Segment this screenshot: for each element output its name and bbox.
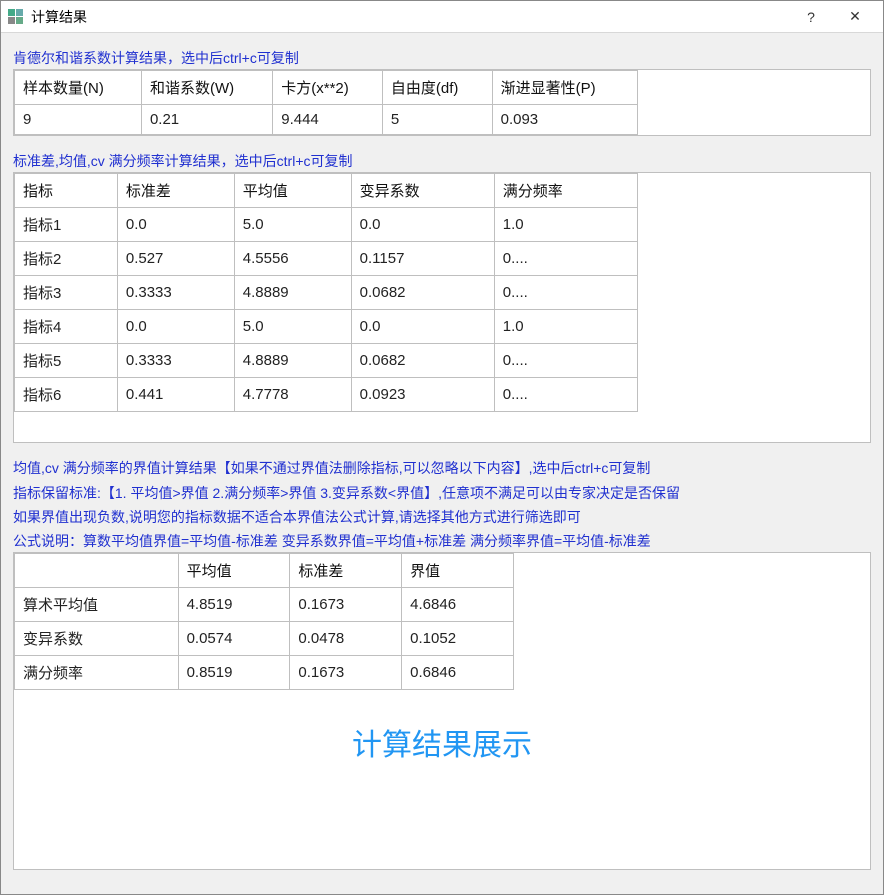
table-row[interactable]: 指标30.33334.88890.06820.... [15,276,638,310]
col-chi2: 卡方(x**2) [273,71,383,105]
cell: 0.... [494,378,637,412]
col-df: 自由度(df) [382,71,492,105]
cell: 0.0 [351,208,494,242]
cell: 0.0682 [351,276,494,310]
cell: 0.6846 [402,656,514,690]
cell: 0.0923 [351,378,494,412]
table-header-row: 指标 标准差 平均值 变异系数 满分频率 [15,174,638,208]
cell: 0.0574 [178,622,290,656]
close-button[interactable]: ✕ [833,1,877,33]
window-title: 计算结果 [31,7,789,27]
cell: 0.21 [141,105,272,135]
cell: 0.1157 [351,242,494,276]
cell: 变异系数 [15,622,179,656]
cell: 指标3 [15,276,118,310]
col-mean: 平均值 [234,174,351,208]
threshold-note-2: 指标保留标准:【1. 平均值>界值 2.满分频率>界值 3.变异系数<界值】,任… [13,484,871,502]
cell: 4.6846 [402,588,514,622]
cell: 9 [15,105,142,135]
cell: 指标2 [15,242,118,276]
cell: 9.444 [273,105,383,135]
cell: 0.3333 [117,276,234,310]
cell: 0.3333 [117,344,234,378]
cell: 1.0 [494,310,637,344]
table-row[interactable]: 指标40.05.00.01.0 [15,310,638,344]
kendall-table[interactable]: 样本数量(N) 和谐系数(W) 卡方(x**2) 自由度(df) 渐进显著性(P… [14,70,638,135]
cell: 0.... [494,344,637,378]
col-std: 标准差 [290,554,402,588]
table-row[interactable]: 指标50.33334.88890.06820.... [15,344,638,378]
threshold-note-4: 公式说明：算数平均值界值=平均值-标准差 变异系数界值=平均值+标准差 满分频率… [13,532,871,550]
cell: 1.0 [494,208,637,242]
kendall-note: 肯德尔和谐系数计算结果，选中后ctrl+c可复制 [13,49,871,67]
col-mean: 平均值 [178,554,290,588]
table-row[interactable]: 9 0.21 9.444 5 0.093 [15,105,638,135]
col-p: 渐进显著性(P) [492,71,637,105]
table-row[interactable]: 指标20.5274.55560.11570.... [15,242,638,276]
cell: 0.0 [117,310,234,344]
cell: 4.8889 [234,276,351,310]
help-button[interactable]: ? [789,1,833,33]
table-row[interactable]: 算术平均值4.85190.16734.6846 [15,588,514,622]
cell: 4.5556 [234,242,351,276]
col-n: 样本数量(N) [15,71,142,105]
cell: 0.8519 [178,656,290,690]
cell: 5.0 [234,310,351,344]
cell: 0.0478 [290,622,402,656]
cell: 4.8519 [178,588,290,622]
cell: 指标4 [15,310,118,344]
cell: 5.0 [234,208,351,242]
threshold-table[interactable]: 平均值 标准差 界值 算术平均值4.85190.16734.6846变异系数0.… [14,553,514,690]
col-cv: 变异系数 [351,174,494,208]
cell: 0.1052 [402,622,514,656]
threshold-table-frame: 平均值 标准差 界值 算术平均值4.85190.16734.6846变异系数0.… [13,552,871,870]
stats-note: 标准差,均值,cv 满分频率计算结果，选中后ctrl+c可复制 [13,152,871,170]
col-threshold: 界值 [402,554,514,588]
cell: 0.527 [117,242,234,276]
cell: 满分频率 [15,656,179,690]
table-row[interactable]: 满分频率0.85190.16730.6846 [15,656,514,690]
cell: 0.0682 [351,344,494,378]
cell: 0.0 [117,208,234,242]
cell: 5 [382,105,492,135]
col-w: 和谐系数(W) [141,71,272,105]
table-row[interactable]: 变异系数0.05740.04780.1052 [15,622,514,656]
col-std: 标准差 [117,174,234,208]
cell: 4.7778 [234,378,351,412]
table-row[interactable]: 指标10.05.00.01.0 [15,208,638,242]
cell: 指标1 [15,208,118,242]
cell: 0.... [494,242,637,276]
stats-table[interactable]: 指标 标准差 平均值 变异系数 满分频率 指标10.05.00.01.0指标20… [14,173,638,412]
table-header-row: 平均值 标准差 界值 [15,554,514,588]
results-window: 计算结果 ? ✕ 肯德尔和谐系数计算结果，选中后ctrl+c可复制 样本数量(N… [0,0,884,895]
cell: 0.0 [351,310,494,344]
cell: 0.... [494,276,637,310]
cell: 0.1673 [290,588,402,622]
stats-table-frame: 指标 标准差 平均值 变异系数 满分频率 指标10.05.00.01.0指标20… [13,172,871,443]
app-icon [7,9,23,25]
cell: 0.1673 [290,656,402,690]
cell: 算术平均值 [15,588,179,622]
col-blank [15,554,179,588]
cell: 0.093 [492,105,637,135]
col-indicator: 指标 [15,174,118,208]
results-display-label: 计算结果展示 [14,690,870,774]
content-area: 肯德尔和谐系数计算结果，选中后ctrl+c可复制 样本数量(N) 和谐系数(W)… [1,33,883,894]
cell: 4.8889 [234,344,351,378]
table-row[interactable]: 指标60.4414.77780.09230.... [15,378,638,412]
threshold-note-3: 如果界值出现负数,说明您的指标数据不适合本界值法公式计算,请选择其他方式进行筛选… [13,508,871,526]
table-header-row: 样本数量(N) 和谐系数(W) 卡方(x**2) 自由度(df) 渐进显著性(P… [15,71,638,105]
titlebar: 计算结果 ? ✕ [1,1,883,33]
kendall-table-frame: 样本数量(N) 和谐系数(W) 卡方(x**2) 自由度(df) 渐进显著性(P… [13,69,871,136]
cell: 指标5 [15,344,118,378]
col-fullrate: 满分频率 [494,174,637,208]
cell: 指标6 [15,378,118,412]
cell: 0.441 [117,378,234,412]
threshold-note-1: 均值,cv 满分频率的界值计算结果【如果不通过界值法删除指标,可以忽略以下内容】… [13,459,871,477]
